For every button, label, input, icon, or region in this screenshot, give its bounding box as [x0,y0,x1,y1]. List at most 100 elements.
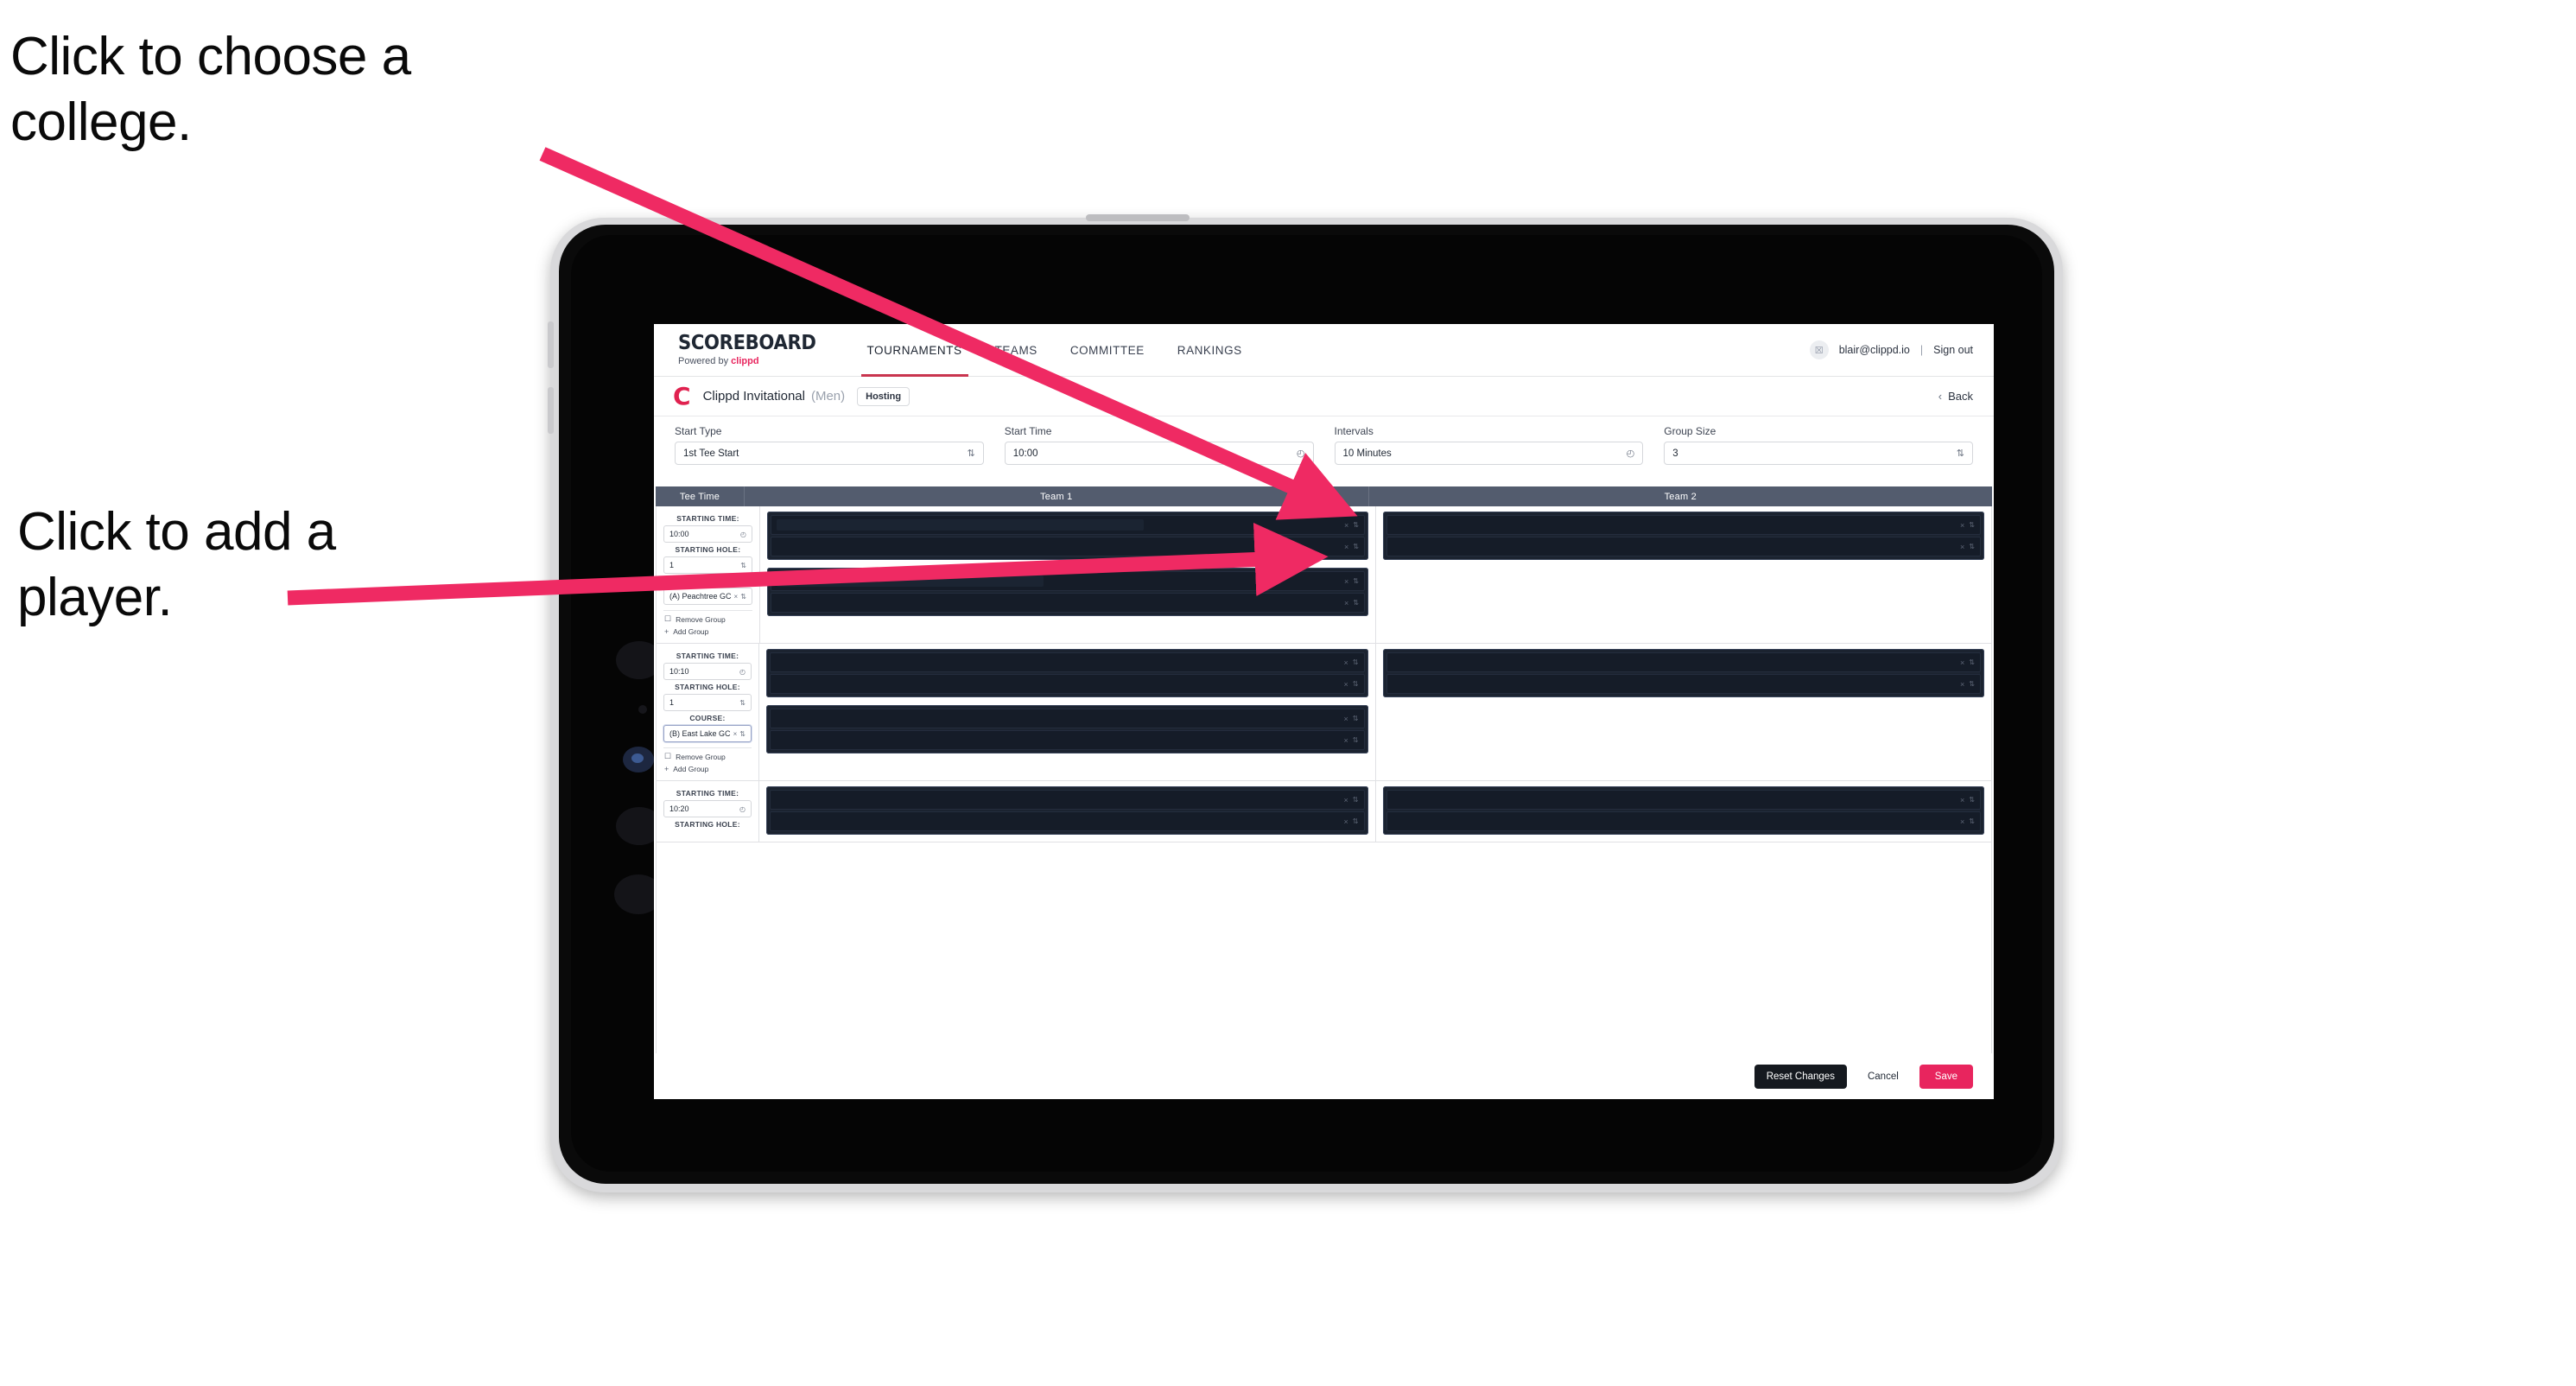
player-select-row[interactable]: × ⇅ [770,571,1365,591]
player-select-row[interactable]: × ⇅ [770,537,1365,556]
tablet-bezel: SCOREBOARD Powered by clippd TOURNAMENTS… [559,225,2054,1184]
clear-icon[interactable]: × [1960,521,1964,530]
stepper-icon[interactable]: ⇅ [1353,577,1359,585]
back-button[interactable]: ‹ Back [1938,390,1973,403]
add-group-button[interactable]: + Add Group [663,624,753,636]
cancel-button[interactable]: Cancel [1859,1065,1907,1089]
stepper-icon[interactable]: ⇅ [1353,543,1359,550]
nav-tab-label: TEAMS [994,343,1037,357]
clear-icon[interactable]: × [1344,736,1348,745]
control-intervals: Intervals 10 Minutes ◴ [1334,425,1665,479]
player-select-row[interactable]: × ⇅ [770,790,1365,810]
start-time-input[interactable]: 10:00 ◴ [1004,442,1314,465]
nav-user-area: ☒ blair@clippd.io | Sign out [1809,324,1994,376]
starting-hole-input[interactable]: 1 ⇅ [663,556,752,574]
stepper-icon[interactable]: ⇅ [1353,680,1359,688]
stepper-icon[interactable]: ⇅ [739,730,746,738]
add-group-button[interactable]: + Add Group [663,761,752,773]
clear-icon[interactable]: × [1344,543,1348,551]
stepper-icon[interactable]: ⇅ [1969,796,1975,804]
player-select-row[interactable]: × ⇅ [1386,515,1981,535]
player-select-row[interactable]: × ⇅ [770,515,1365,535]
power-button[interactable] [1086,214,1190,221]
brand-logo[interactable]: SCOREBOARD Powered by clippd [654,324,851,376]
save-button[interactable]: Save [1919,1064,1973,1089]
stepper-icon[interactable]: ⇅ [1353,658,1359,666]
nav-tab-teams[interactable]: TEAMS [979,324,1054,376]
volume-down-button[interactable] [548,387,554,434]
stepper-icon[interactable]: ⇅ [739,699,746,707]
clear-icon[interactable]: × [733,730,738,738]
player-select-row[interactable]: × ⇅ [770,730,1365,750]
plus-icon: + [664,627,669,636]
clear-icon[interactable]: × [1344,715,1348,723]
clear-icon[interactable]: × [1960,817,1964,826]
stepper-icon[interactable]: ⇅ [1353,715,1359,722]
stepper-icon[interactable]: ⇅ [1353,599,1359,607]
player-select-row[interactable]: × ⇅ [1386,652,1981,672]
clock-icon[interactable]: ◴ [739,805,746,813]
clear-icon[interactable]: × [1344,599,1348,607]
clear-icon[interactable]: × [1344,817,1348,826]
stepper-icon[interactable]: ⇅ [1969,658,1975,666]
player-select-row[interactable]: × ⇅ [1386,790,1981,810]
clear-icon[interactable]: × [1344,521,1348,530]
stepper-icon[interactable]: ⇅ [1353,796,1359,804]
starting-hole-input[interactable]: 1 ⇅ [663,694,752,711]
clear-icon[interactable]: × [1960,796,1964,804]
player-select-row[interactable]: × ⇅ [1386,674,1981,694]
stepper-icon[interactable]: ⇅ [1969,680,1975,688]
nav-tab-tournaments[interactable]: TOURNAMENTS [851,324,979,377]
clock-icon[interactable]: ◴ [739,668,746,676]
stepper-icon[interactable]: ⇅ [1353,736,1359,744]
clear-icon[interactable]: × [1344,796,1348,804]
reset-changes-button[interactable]: Reset Changes [1754,1064,1847,1089]
stepper-icon[interactable]: ⇅ [740,562,746,569]
player-select-row[interactable]: × ⇅ [1386,537,1981,556]
player-select-row[interactable]: × ⇅ [770,709,1365,728]
player-select-row[interactable]: × ⇅ [770,674,1365,694]
player-name-redacted [776,519,1145,531]
player-group-box: × ⇅ × ⇅ [766,705,1368,753]
clear-icon[interactable]: × [734,593,739,601]
stepper-icon[interactable]: ⇅ [1969,817,1975,825]
sign-out-link[interactable]: Sign out [1933,344,1973,356]
clear-icon[interactable]: × [1960,543,1964,551]
nav-tab-committee[interactable]: COMMITTEE [1054,324,1161,376]
course-select[interactable]: (B) East Lake GC × ⇅ [663,725,752,742]
volume-up-button[interactable] [548,321,554,368]
column-header-tee-time: Tee Time [656,486,745,506]
starting-time-input[interactable]: 10:10 ◴ [663,663,752,680]
stepper-icon[interactable]: ⇅ [1969,521,1975,529]
clear-icon[interactable]: × [1960,680,1964,689]
starting-time-input[interactable]: 10:20 ◴ [663,800,752,817]
tee-sheet-body[interactable]: STARTING TIME: 10:00 ◴ STARTING HOLE: 1 ⇅ COUR… [656,506,1992,1053]
clear-icon[interactable]: × [1960,658,1964,667]
stepper-icon[interactable]: ⇅ [1353,817,1359,825]
stepper-icon[interactable]: ⇅ [1353,521,1359,529]
course-select[interactable]: (A) Peachtree GC × ⇅ [663,588,752,605]
player-select-row[interactable]: × ⇅ [1386,811,1981,831]
player-group-box: × ⇅ × ⇅ [1382,649,1984,697]
stepper-icon[interactable]: ⇅ [1969,543,1975,550]
intervals-input[interactable]: 10 Minutes ◴ [1334,442,1644,465]
player-select-row[interactable]: × ⇅ [770,652,1365,672]
clear-icon[interactable]: × [1344,658,1348,667]
nav-tab-rankings[interactable]: RANKINGS [1161,324,1259,376]
clear-icon[interactable]: × [1344,680,1348,689]
start-type-select[interactable]: 1st Tee Start ⇅ [675,442,984,465]
course-label: COURSE: [689,714,726,722]
player-select-row[interactable]: × ⇅ [770,811,1365,831]
clock-icon[interactable]: ◴ [740,531,746,538]
starting-hole-label: STARTING HOLE: [675,545,741,554]
avatar[interactable]: ☒ [1809,340,1829,359]
starting-time-input[interactable]: 10:00 ◴ [663,525,752,543]
clear-icon[interactable]: × [1344,577,1348,586]
stepper-icon[interactable]: ⇅ [740,593,746,601]
group-size-select[interactable]: 3 ⇅ [1664,442,1973,465]
remove-group-button[interactable]: ☐ Remove Group [663,611,753,624]
player-select-row[interactable]: × ⇅ [770,593,1365,613]
tee-time-cell: STARTING TIME: 10:00 ◴ STARTING HOLE: 1 ⇅ COUR… [657,506,760,643]
remove-group-button[interactable]: ☐ Remove Group [663,748,752,761]
clippd-logo-icon: C [673,381,691,410]
